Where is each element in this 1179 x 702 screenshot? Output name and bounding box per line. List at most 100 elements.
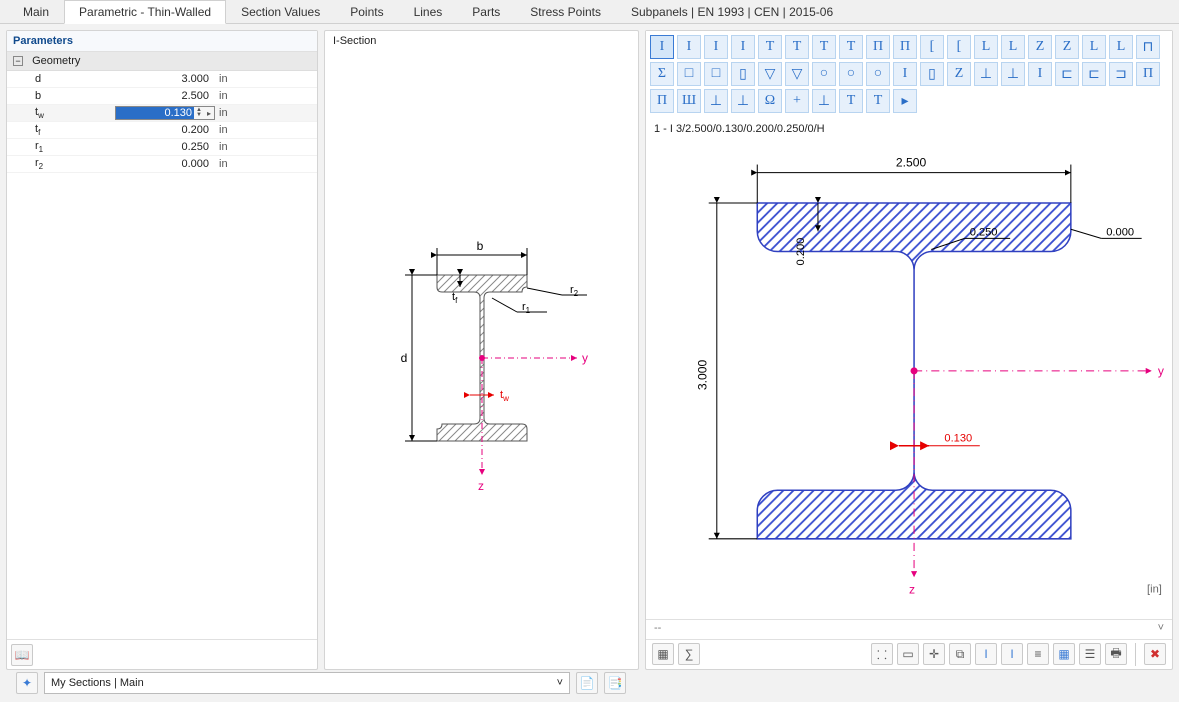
- shape-btn-31[interactable]: ⊥: [974, 62, 998, 86]
- shape-btn-33[interactable]: I: [1028, 62, 1052, 86]
- shape-btn-7[interactable]: T: [839, 35, 863, 59]
- tool-axes-icon[interactable]: ✛: [923, 643, 945, 665]
- shape-glyph-icon: T: [820, 39, 829, 55]
- shape-btn-35[interactable]: ⊏: [1082, 62, 1106, 86]
- tool-values-icon[interactable]: ≡: [1027, 643, 1049, 665]
- shape-btn-19[interactable]: Σ: [650, 62, 674, 86]
- section-view[interactable]: 2.500 3.000 0.200 0.250 0.000 y: [646, 141, 1172, 619]
- tab-main[interactable]: Main: [8, 0, 64, 23]
- spinner-icon[interactable]: ▲▼: [194, 108, 204, 118]
- shape-btn-6[interactable]: T: [812, 35, 836, 59]
- shape-btn-37[interactable]: Π: [1136, 62, 1160, 86]
- section-library-combo[interactable]: My Sections | Main ˅: [44, 672, 570, 694]
- shape-btn-0[interactable]: I: [650, 35, 674, 59]
- shape-btn-43[interactable]: +: [785, 89, 809, 113]
- shape-btn-29[interactable]: ▯: [920, 62, 944, 86]
- shape-btn-16[interactable]: L: [1082, 35, 1106, 59]
- shape-glyph-icon: ⊥: [1007, 66, 1019, 83]
- shape-btn-10[interactable]: [: [920, 35, 944, 59]
- param-value-editor[interactable]: ▲▼▸: [115, 106, 215, 120]
- tool-delete-icon[interactable]: ✖: [1144, 643, 1166, 665]
- shape-btn-41[interactable]: ⊥: [731, 89, 755, 113]
- shape-btn-38[interactable]: Π: [650, 89, 674, 113]
- shape-btn-20[interactable]: □: [677, 62, 701, 86]
- shape-btn-34[interactable]: ⊏: [1055, 62, 1079, 86]
- shape-btn-3[interactable]: I: [731, 35, 755, 59]
- shape-btn-46[interactable]: T: [866, 89, 890, 113]
- shape-btn-47[interactable]: ▸: [893, 89, 917, 113]
- tool-stress-icon[interactable]: ⧉: [949, 643, 971, 665]
- shape-btn-26[interactable]: ○: [839, 62, 863, 86]
- shape-btn-12[interactable]: L: [974, 35, 998, 59]
- shape-glyph-icon: ⊏: [1088, 66, 1100, 83]
- status-menu-icon[interactable]: ˅: [1158, 622, 1164, 637]
- shape-btn-22[interactable]: ▯: [731, 62, 755, 86]
- shape-btn-24[interactable]: ▽: [785, 62, 809, 86]
- shape-btn-14[interactable]: Z: [1028, 35, 1052, 59]
- shape-btn-27[interactable]: ○: [866, 62, 890, 86]
- favorites-icon[interactable]: ✦: [16, 672, 38, 694]
- tool-sigma-icon[interactable]: ∑: [678, 643, 700, 665]
- shape-btn-18[interactable]: ⊓: [1136, 35, 1160, 59]
- tool-list-icon[interactable]: ☰: [1079, 643, 1101, 665]
- shape-glyph-icon: T: [766, 39, 775, 55]
- save-to-library-icon[interactable]: 📄: [576, 672, 598, 694]
- tab-subpanels[interactable]: Subpanels | EN 1993 | CEN | 2015-06: [616, 0, 848, 23]
- tool-section1-icon[interactable]: I: [975, 643, 997, 665]
- shape-glyph-icon: ▽: [792, 66, 803, 83]
- shape-btn-1[interactable]: I: [677, 35, 701, 59]
- param-row-d[interactable]: d3.000in: [7, 71, 317, 88]
- shape-btn-40[interactable]: ⊥: [704, 89, 728, 113]
- tab-parts[interactable]: Parts: [457, 0, 515, 23]
- shape-btn-30[interactable]: Z: [947, 62, 971, 86]
- tab-points[interactable]: Points: [335, 0, 398, 23]
- tool-print-icon[interactable]: 🖶: [1105, 643, 1127, 665]
- tab-section-values[interactable]: Section Values: [226, 0, 335, 23]
- schematic-svg: b d tf r1 r2 y z: [352, 200, 612, 520]
- collapse-icon[interactable]: −: [13, 56, 23, 66]
- shape-glyph-icon: ⊥: [818, 93, 830, 110]
- shape-btn-25[interactable]: ○: [812, 62, 836, 86]
- shape-btn-45[interactable]: T: [839, 89, 863, 113]
- svg-text:r2: r2: [570, 284, 579, 298]
- tool-section2-icon[interactable]: I: [1001, 643, 1023, 665]
- shape-btn-13[interactable]: L: [1001, 35, 1025, 59]
- shape-btn-4[interactable]: T: [758, 35, 782, 59]
- geometry-group[interactable]: − Geometry: [7, 52, 317, 71]
- shape-btn-8[interactable]: Π: [866, 35, 890, 59]
- param-row-r1[interactable]: r10.250in: [7, 139, 317, 156]
- tool-grid-icon[interactable]: ▦: [1053, 643, 1075, 665]
- shape-btn-23[interactable]: ▽: [758, 62, 782, 86]
- shape-btn-44[interactable]: ⊥: [812, 89, 836, 113]
- shape-btn-2[interactable]: I: [704, 35, 728, 59]
- shape-btn-17[interactable]: L: [1109, 35, 1133, 59]
- tool-points-icon[interactable]: ⸬: [871, 643, 893, 665]
- new-section-icon[interactable]: 📑: [604, 672, 626, 694]
- schematic-view[interactable]: b d tf r1 r2 y z: [325, 51, 638, 669]
- shape-btn-9[interactable]: Π: [893, 35, 917, 59]
- tool-dim-icon[interactable]: ▦: [652, 643, 674, 665]
- param-row-tw[interactable]: tw▲▼▸in: [7, 105, 317, 122]
- param-row-b[interactable]: b2.500in: [7, 88, 317, 105]
- shape-btn-32[interactable]: ⊥: [1001, 62, 1025, 86]
- tab-stress-points[interactable]: Stress Points: [515, 0, 616, 23]
- param-row-r2[interactable]: r20.000in: [7, 156, 317, 173]
- library-icon[interactable]: 📖: [11, 644, 33, 666]
- param-row-tf[interactable]: tf0.200in: [7, 122, 317, 139]
- shape-glyph-icon: I: [660, 39, 665, 55]
- shape-btn-39[interactable]: Ш: [677, 89, 701, 113]
- shape-btn-42[interactable]: Ω: [758, 89, 782, 113]
- tab-lines[interactable]: Lines: [399, 0, 458, 23]
- shape-glyph-icon: T: [793, 39, 802, 55]
- shape-btn-15[interactable]: Z: [1055, 35, 1079, 59]
- shape-btn-5[interactable]: T: [785, 35, 809, 59]
- tool-fit-icon[interactable]: ▭: [897, 643, 919, 665]
- param-value-input[interactable]: [116, 107, 194, 119]
- shape-btn-36[interactable]: ⊐: [1109, 62, 1133, 86]
- tab-parametric[interactable]: Parametric - Thin-Walled: [64, 0, 226, 24]
- shape-btn-11[interactable]: [: [947, 35, 971, 59]
- shape-btn-28[interactable]: I: [893, 62, 917, 86]
- shape-btn-21[interactable]: □: [704, 62, 728, 86]
- dropdown-icon[interactable]: ▸: [204, 109, 214, 118]
- shape-glyph-icon: L: [1090, 39, 1099, 55]
